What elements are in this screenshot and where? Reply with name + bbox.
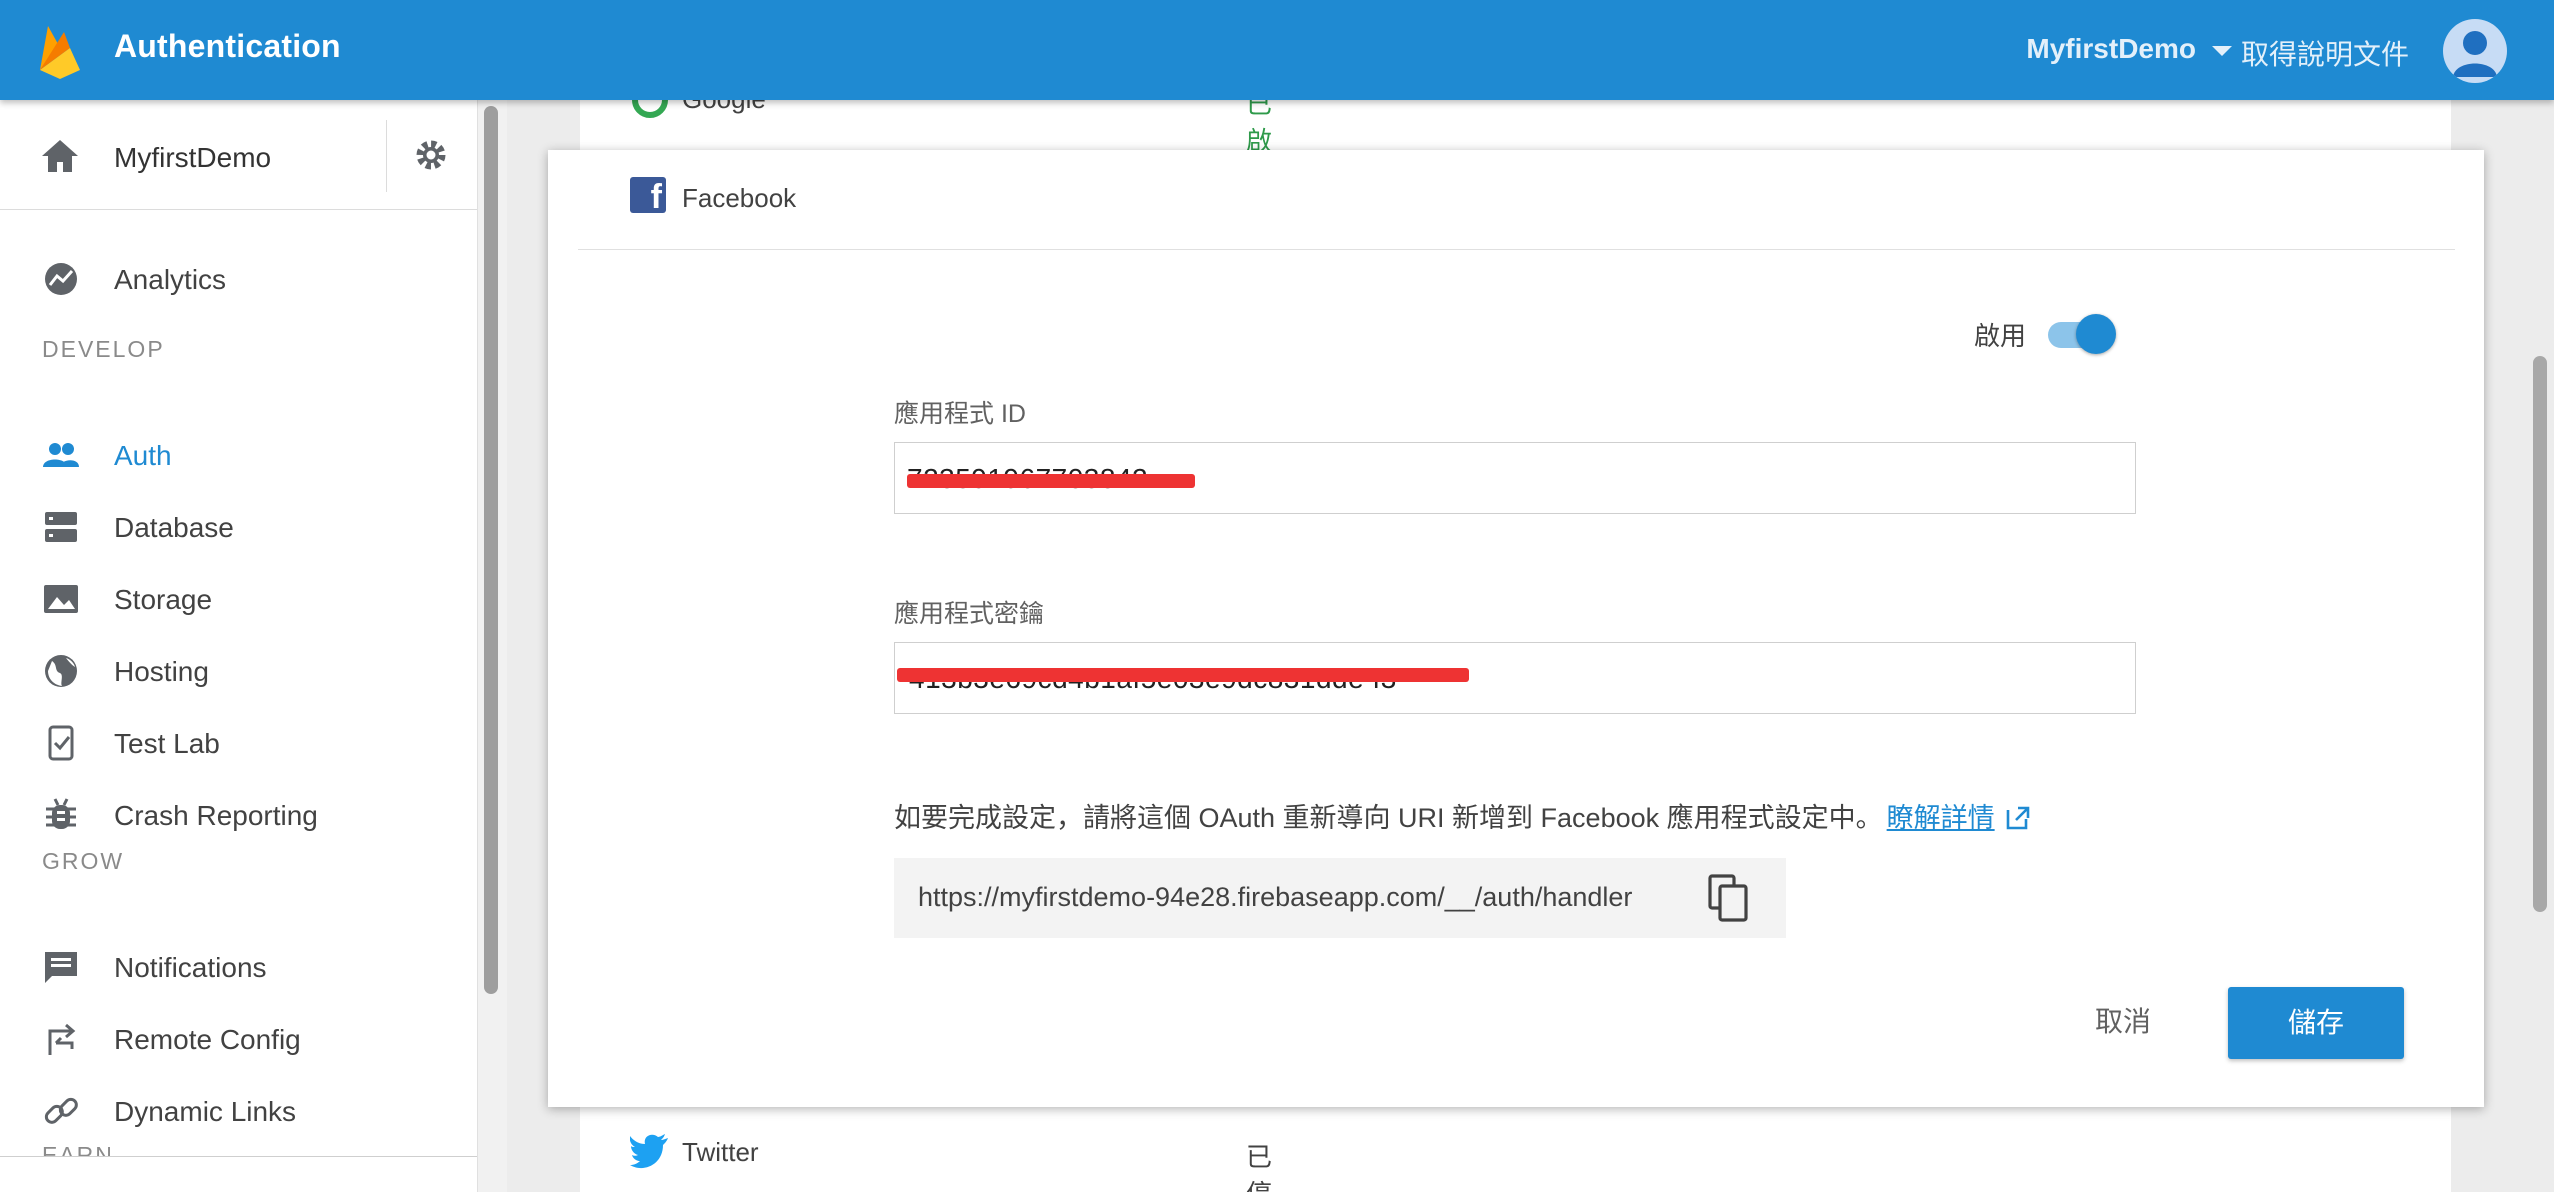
sidebar-item-analytics[interactable]: Analytics: [0, 248, 477, 308]
docs-link[interactable]: 取得說明文件: [2241, 33, 2409, 73]
home-icon[interactable]: [40, 138, 80, 174]
facebook-provider-card: f Facebook 啟用 應用程式 ID 723591967703842 應用…: [548, 150, 2484, 1107]
globe-icon: [45, 655, 77, 687]
provider-status: 已停用: [1246, 1142, 1273, 1192]
message-icon: [45, 952, 77, 983]
sidebar-item-label: Hosting: [114, 656, 209, 687]
main-scrollbar-thumb[interactable]: [2533, 356, 2547, 912]
oauth-hint-text: 如要完成設定，請將這個 OAuth 重新導向 URI 新增到 Facebook …: [894, 803, 1883, 833]
sidebar-item-label: Crash Reporting: [114, 800, 318, 831]
sidebar-item-notifications[interactable]: Notifications: [0, 936, 477, 996]
sidebar-item-database[interactable]: Database: [0, 496, 477, 556]
sidebar-item-remote-config[interactable]: Remote Config: [0, 1008, 477, 1068]
sidebar-footer: [0, 1156, 507, 1192]
redaction-mark: [897, 668, 1469, 682]
sidebar-item-test-lab[interactable]: Test Lab: [0, 712, 477, 772]
people-icon: [43, 443, 79, 467]
avatar[interactable]: [2443, 19, 2507, 83]
sidebar-item-label: Remote Config: [114, 1024, 301, 1055]
provider-name: Twitter: [682, 1137, 759, 1167]
enable-label: 啟用: [1974, 321, 2027, 351]
divider: [386, 120, 387, 192]
save-button[interactable]: 儲存: [2228, 987, 2404, 1059]
facebook-icon: f: [630, 177, 666, 216]
sidebar-scrollbar-thumb[interactable]: [484, 106, 498, 994]
oauth-hint: 如要完成設定，請將這個 OAuth 重新導向 URI 新增到 Facebook …: [894, 796, 2031, 835]
account-icon: [2453, 31, 2497, 77]
section-header-develop: DEVELOP: [42, 336, 165, 362]
database-icon: [45, 512, 77, 542]
twitter-icon: [630, 1134, 668, 1169]
app-id-field[interactable]: 723591967703842: [894, 442, 2136, 514]
sidebar-item-crash-reporting[interactable]: Crash Reporting: [0, 784, 477, 844]
app-secret-field[interactable]: 413b3e69cd4b1af5e03e9dc831dde f3: [894, 642, 2136, 714]
image-icon: [44, 585, 78, 613]
learn-more-link[interactable]: 瞭解詳情: [1887, 803, 1995, 833]
sidebar-item-label: Analytics: [114, 264, 227, 295]
link-icon: [44, 1097, 78, 1124]
toggle-knob: [2076, 314, 2116, 354]
sidebar-item-label: Auth: [114, 440, 172, 471]
page-title: Authentication: [114, 28, 341, 64]
copy-icon[interactable]: [1708, 874, 1750, 922]
app-secret-label: 應用程式密鑰: [894, 600, 1045, 628]
sidebar-project-name[interactable]: MyfirstDemo: [114, 142, 271, 174]
sidebar-item-label: Test Lab: [114, 728, 220, 759]
main-content: Google 已啟用 Twitter 已停用 f Facebook 啟用 應用程…: [508, 82, 2554, 1192]
analytics-icon: [45, 263, 77, 295]
top-app-bar: Authentication MyfirstDemo 取得說明文件: [0, 0, 2554, 100]
sidebar-item-label: Dynamic Links: [114, 1096, 297, 1127]
section-header-grow: GROW: [42, 848, 125, 874]
device-check-icon: [48, 725, 74, 761]
project-selector[interactable]: MyfirstDemo: [2026, 33, 2196, 65]
cancel-button[interactable]: 取消: [2078, 1000, 2168, 1044]
enable-toggle[interactable]: [2048, 314, 2116, 354]
redirect-uri-box: https://myfirstdemo-94e28.firebaseapp.co…: [894, 858, 1786, 938]
provider-name: Facebook: [682, 183, 797, 213]
redaction-mark: [907, 474, 1195, 488]
open-in-new-icon[interactable]: [2005, 805, 2031, 831]
gear-icon[interactable]: [412, 136, 450, 174]
sidebar-project-header: MyfirstDemo: [0, 100, 477, 210]
sidebar: MyfirstDemo Analytics DEVELOP Auth Datab…: [0, 100, 507, 1192]
section-header-earn: EARN: [42, 1142, 114, 1156]
bug-icon: [46, 798, 76, 829]
provider-header-facebook[interactable]: f Facebook: [578, 150, 2455, 250]
firebase-logo-icon: [40, 26, 80, 79]
swap-icon: [48, 1023, 76, 1055]
sidebar-item-auth[interactable]: Auth: [0, 424, 477, 484]
sidebar-item-label: Database: [114, 512, 234, 543]
chevron-down-icon[interactable]: [2212, 46, 2232, 56]
sidebar-item-hosting[interactable]: Hosting: [0, 640, 477, 700]
sidebar-item-dynamic-links[interactable]: Dynamic Links: [0, 1080, 477, 1140]
sidebar-item-label: Storage: [114, 584, 213, 615]
app-id-label: 應用程式 ID: [894, 400, 1026, 428]
sidebar-item-storage[interactable]: Storage: [0, 568, 477, 628]
sidebar-item-label: Notifications: [114, 952, 267, 983]
redirect-uri: https://myfirstdemo-94e28.firebaseapp.co…: [918, 882, 1633, 912]
